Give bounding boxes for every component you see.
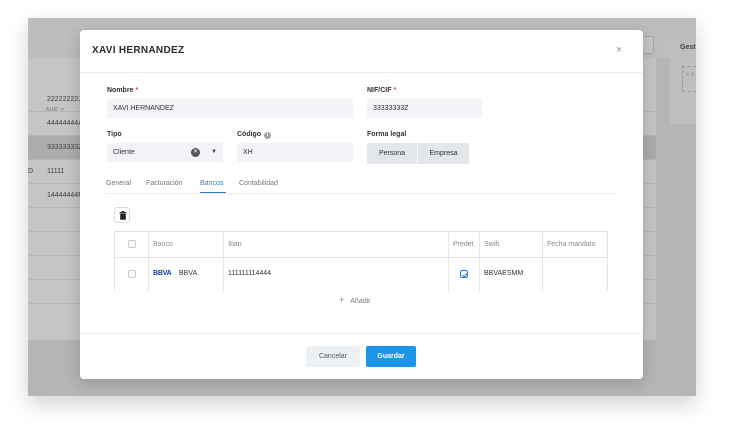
header-divider <box>80 72 643 73</box>
info-icon[interactable]: i <box>264 132 272 139</box>
footer-divider <box>80 333 643 334</box>
plus-icon: + <box>339 295 345 305</box>
clear-icon[interactable]: ✕ <box>191 148 200 157</box>
column-header-swift[interactable]: Swift <box>480 232 543 257</box>
dialog-title: XAVI HERNANDEZ <box>92 45 185 56</box>
tab-bancos[interactable]: Bancos <box>200 180 223 187</box>
tipo-select[interactable]: Cliente ✕ ▼ <box>107 143 223 162</box>
predet-cell <box>449 257 480 291</box>
tab-facturacion[interactable]: Facturación <box>146 180 183 187</box>
tab-general[interactable]: General <box>106 180 131 187</box>
forma-legal-empresa[interactable]: Empresa <box>418 143 469 164</box>
screen: NIF ▿ 22222222J 44444444A 33333333Z D 11… <box>0 0 730 435</box>
nombre-field[interactable]: XAVI HERNANDEZ <box>107 99 353 118</box>
column-header-iban[interactable]: Iban <box>224 232 449 257</box>
select-all-header <box>115 232 149 257</box>
nif-field[interactable]: 33333333Z <box>367 99 482 118</box>
forma-legal-label: Forma legal <box>367 131 407 138</box>
bank-name: BBVA <box>179 270 198 277</box>
close-icon[interactable]: × <box>616 44 622 56</box>
forma-legal-persona[interactable]: Persona <box>367 143 417 164</box>
bank-cell[interactable]: BBVA BBVA <box>149 257 224 291</box>
codigo-label: Código i <box>237 131 272 139</box>
tabs-divider <box>106 193 616 194</box>
row-select-cell <box>115 257 149 291</box>
tipo-value: Cliente <box>113 149 135 156</box>
iban-cell[interactable]: 111111114444 <box>224 257 449 291</box>
fecha-mandato-cell[interactable] <box>543 257 607 291</box>
check-icon <box>462 272 468 278</box>
nombre-label: Nombre * <box>107 87 139 94</box>
nif-label: NIF/CIF * <box>367 87 397 94</box>
save-button[interactable]: Guardar <box>366 346 416 367</box>
cancel-button[interactable]: Cancelar <box>306 346 360 367</box>
chevron-down-icon[interactable]: ▼ <box>211 149 217 155</box>
column-header-predet[interactable]: Predet. <box>449 232 480 257</box>
add-label: Añadir <box>350 298 371 305</box>
default-checkbox[interactable] <box>460 270 468 278</box>
edit-contact-dialog: XAVI HERNANDEZ × Nombre * XAVI HERNANDEZ … <box>80 30 643 379</box>
row-checkbox[interactable] <box>128 270 136 278</box>
trash-icon <box>119 211 127 220</box>
tabs-bar: General Facturación Bancos Contabilidad <box>106 180 616 194</box>
tab-contabilidad[interactable]: Contabilidad <box>239 180 278 187</box>
swift-cell[interactable]: BBVAESMM <box>480 257 543 291</box>
add-bank-button[interactable]: + Añadir <box>339 295 371 305</box>
column-header-banco[interactable]: Banco <box>149 232 224 257</box>
column-header-fecha-mandato[interactable]: Fecha mandato <box>543 232 607 257</box>
select-all-checkbox[interactable] <box>128 240 136 248</box>
bbva-logo: BBVA <box>153 270 172 277</box>
bank-table: Banco Iban Predet. Swift Fecha mandato B… <box>114 231 608 291</box>
tipo-label: Tipo <box>107 131 122 138</box>
codigo-field[interactable]: XH <box>237 143 353 162</box>
delete-button[interactable] <box>114 207 130 223</box>
